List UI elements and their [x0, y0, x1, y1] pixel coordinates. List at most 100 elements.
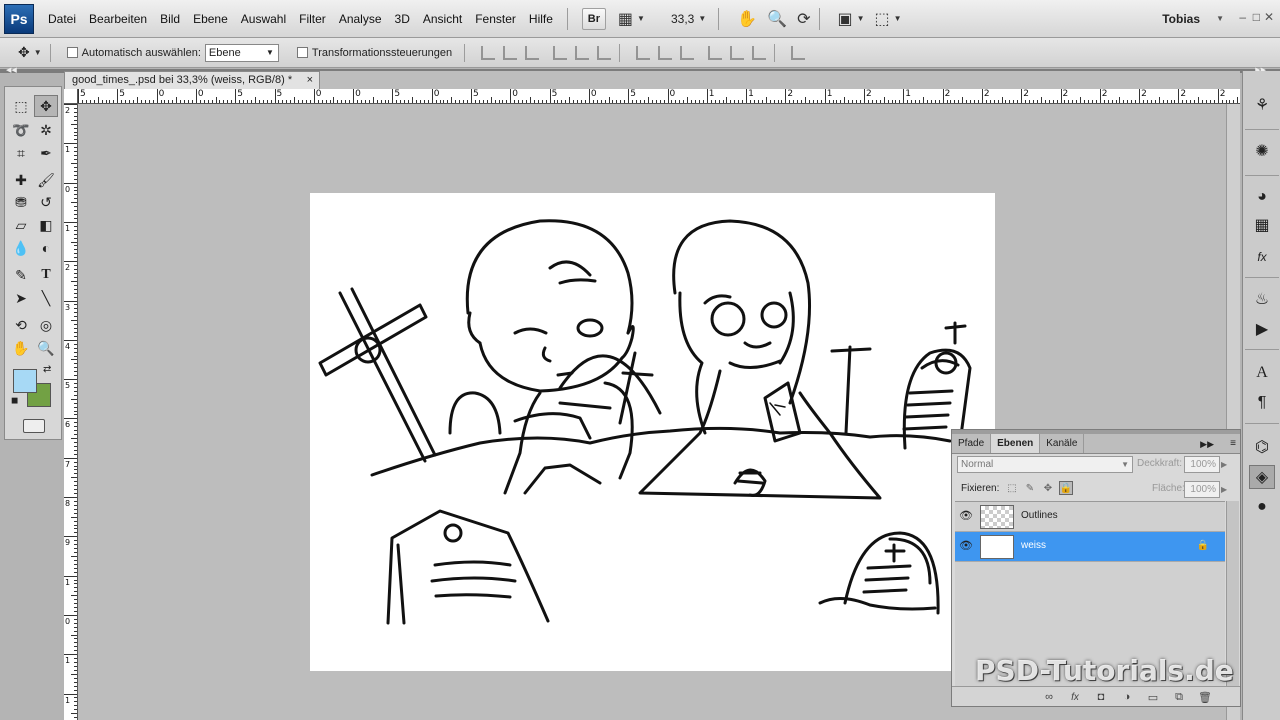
- close-icon[interactable]: ✕: [1264, 10, 1274, 24]
- 3d-orbit-tool-icon[interactable]: ◎: [34, 314, 58, 336]
- move-tool-preset-icon[interactable]: ✥: [18, 44, 30, 61]
- image-canvas[interactable]: [310, 193, 995, 671]
- dodge-tool-icon[interactable]: ◐: [34, 237, 58, 259]
- move-tool-icon[interactable]: ✥: [34, 95, 58, 117]
- chevron-down-icon[interactable]: ▼: [857, 14, 865, 23]
- layer-style-icon[interactable]: fx: [1068, 690, 1082, 704]
- panel-expand-icon[interactable]: ▶▶: [1200, 434, 1214, 454]
- chevron-down-icon[interactable]: ▼: [894, 14, 902, 23]
- quick-mask-button[interactable]: [23, 419, 45, 433]
- adjustment-layer-icon[interactable]: ◑: [1120, 690, 1134, 704]
- collapse-left-icon[interactable]: ◀◀: [6, 66, 17, 74]
- channels-icon[interactable]: ●: [1249, 495, 1275, 519]
- new-group-icon[interactable]: ▭: [1146, 690, 1160, 704]
- menu-datei[interactable]: Datei: [48, 12, 76, 26]
- blur-tool-icon[interactable]: 💧: [9, 237, 33, 259]
- pen-tool-icon[interactable]: ✎: [9, 264, 33, 286]
- hand-tool-icon[interactable]: ✋: [9, 337, 33, 359]
- user-name[interactable]: Tobias: [1162, 12, 1200, 26]
- align-bottom-icon[interactable]: [525, 45, 540, 60]
- distribute-left-icon[interactable]: [708, 45, 723, 60]
- menu-bearbeiten[interactable]: Bearbeiten: [89, 12, 147, 26]
- chevron-right-icon[interactable]: ▶: [1221, 456, 1233, 473]
- tab-pfade[interactable]: Pfade: [952, 434, 992, 453]
- align-right-icon[interactable]: [597, 45, 612, 60]
- rotate-view-icon[interactable]: ⟳: [797, 9, 810, 29]
- layer-row-weiss[interactable]: 👁 weiss 🔒: [955, 532, 1225, 562]
- blend-mode-dropdown[interactable]: Normal ▼: [957, 456, 1133, 473]
- color-panel-icon[interactable]: ◕: [1249, 185, 1275, 209]
- align-hcenter-icon[interactable]: [575, 45, 590, 60]
- menu-ebene[interactable]: Ebene: [193, 12, 228, 26]
- swap-colors-icon[interactable]: ⇄: [43, 364, 51, 375]
- menu-analyse[interactable]: Analyse: [339, 12, 382, 26]
- eye-icon[interactable]: 👁: [959, 539, 973, 553]
- 3d-rotate-tool-icon[interactable]: ⟲: [9, 314, 33, 336]
- brush-tool-icon[interactable]: 🖌: [34, 169, 58, 191]
- mini-bridge-icon[interactable]: ⚘: [1249, 93, 1275, 117]
- menu-bild[interactable]: Bild: [160, 12, 180, 26]
- zoom-tool-icon[interactable]: 🔍: [34, 337, 58, 359]
- fill-input[interactable]: 100%: [1184, 481, 1220, 498]
- transform-controls-checkbox[interactable]: [296, 47, 308, 58]
- magic-wand-tool-icon[interactable]: ✲: [34, 119, 58, 141]
- type-tool-icon[interactable]: T: [34, 264, 58, 286]
- lasso-tool-icon[interactable]: ➰: [9, 119, 33, 141]
- align-left-icon[interactable]: [553, 45, 568, 60]
- eye-icon[interactable]: 👁: [959, 509, 973, 523]
- chevron-down-icon[interactable]: ▼: [637, 14, 645, 23]
- marquee-tool-icon[interactable]: ⬚: [9, 95, 33, 117]
- menu-auswahl[interactable]: Auswahl: [241, 12, 286, 26]
- default-colors-icon[interactable]: ◼: [11, 395, 18, 406]
- layers-icon[interactable]: ◈: [1249, 465, 1275, 489]
- line-tool-icon[interactable]: ╲: [34, 287, 58, 309]
- view-extras-icon[interactable]: ▦: [618, 9, 633, 29]
- spot-healing-tool-icon[interactable]: ✚: [9, 169, 33, 191]
- user-dropdown-icon[interactable]: ▼: [1216, 14, 1224, 23]
- layer-row-outlines[interactable]: 👁 Outlines: [955, 502, 1225, 532]
- link-layers-icon[interactable]: ∞: [1042, 690, 1056, 704]
- close-icon[interactable]: ×: [307, 72, 313, 89]
- minimize-icon[interactable]: –: [1239, 10, 1246, 24]
- foreground-color-swatch[interactable]: [13, 369, 37, 393]
- menu-filter[interactable]: Filter: [299, 12, 326, 26]
- ruler-origin[interactable]: [64, 89, 78, 104]
- lock-all-icon[interactable]: 🔒: [1059, 481, 1073, 495]
- bridge-button[interactable]: Br: [581, 7, 606, 30]
- arrange-documents-icon[interactable]: ▣: [838, 9, 853, 29]
- opacity-input[interactable]: 100%: [1184, 456, 1220, 473]
- eyedropper-tool-icon[interactable]: ✒: [34, 142, 58, 164]
- auto-select-dropdown[interactable]: Ebene ▼: [204, 43, 279, 62]
- distribute-top-icon[interactable]: [636, 45, 651, 60]
- align-top-icon[interactable]: [481, 45, 496, 60]
- zoom-tool-icon[interactable]: 🔍: [767, 9, 787, 29]
- path-selection-tool-icon[interactable]: ➤: [9, 287, 33, 309]
- lock-pixels-icon[interactable]: ✎: [1023, 481, 1037, 495]
- crop-tool-icon[interactable]: ⌗: [9, 142, 33, 164]
- tab-kanaele[interactable]: Kanäle: [1040, 434, 1085, 453]
- eraser-tool-icon[interactable]: ▱: [9, 214, 33, 236]
- swatches-icon[interactable]: ▦: [1249, 213, 1275, 237]
- history-brush-tool-icon[interactable]: ↺: [34, 191, 58, 213]
- distribute-vcenter-icon[interactable]: [658, 45, 673, 60]
- align-vcenter-icon[interactable]: [503, 45, 518, 60]
- styles-icon[interactable]: fx: [1249, 245, 1275, 269]
- distribute-right-icon[interactable]: [752, 45, 767, 60]
- auto-align-icon[interactable]: [791, 45, 806, 60]
- new-layer-icon[interactable]: ⧉: [1172, 690, 1186, 704]
- tab-ebenen[interactable]: Ebenen: [991, 434, 1041, 453]
- gradient-tool-icon[interactable]: ◧: [34, 214, 58, 236]
- ruler-horizontal[interactable]: 550055005050505011212122222222223: [78, 89, 1240, 104]
- ruler-vertical[interactable]: 21012345678910111: [64, 104, 78, 720]
- chevron-right-icon[interactable]: ▶: [1221, 481, 1233, 498]
- hand-tool-icon[interactable]: ✋: [737, 9, 757, 29]
- menu-3d[interactable]: 3D: [395, 12, 410, 26]
- screen-mode-icon[interactable]: ⬚: [875, 9, 890, 29]
- actions-icon[interactable]: ▶: [1249, 317, 1275, 341]
- menu-ansicht[interactable]: Ansicht: [423, 12, 462, 26]
- navigator-icon[interactable]: ✺: [1249, 139, 1275, 163]
- add-mask-icon[interactable]: ◘: [1094, 690, 1108, 704]
- clone-stamp-tool-icon[interactable]: ⛃: [9, 191, 33, 213]
- distribute-hcenter-icon[interactable]: [730, 45, 745, 60]
- adjustments-icon[interactable]: ♨: [1249, 287, 1275, 311]
